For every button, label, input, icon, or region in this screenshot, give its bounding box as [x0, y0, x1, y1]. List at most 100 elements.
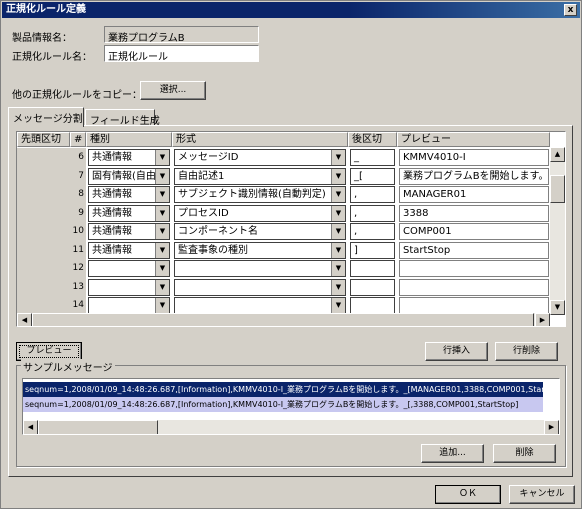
suffix-input[interactable]	[350, 278, 395, 296]
format-select[interactable]: 監査事象の種別 ▼	[174, 241, 346, 259]
column-header[interactable]: 種別	[86, 132, 172, 147]
format-select[interactable]: ▼	[174, 260, 346, 277]
product-label: 製品情報名：	[12, 33, 72, 44]
row-number: 11	[17, 240, 86, 260]
scroll-up-icon[interactable]: ▲	[550, 147, 565, 162]
table-row[interactable]: 10 共通情報 ▼ コンポーネント名 ▼, COMP001	[17, 222, 550, 241]
chevron-down-icon[interactable]: ▼	[155, 187, 169, 202]
suffix-input[interactable]: ,	[350, 223, 395, 240]
chevron-down-icon[interactable]: ▼	[155, 298, 169, 313]
preview-cell: KMMV4010-I	[399, 149, 549, 166]
h-scroll-thumb[interactable]	[32, 313, 534, 326]
table-row[interactable]: 13 ▼ ▼	[17, 277, 550, 297]
table-row[interactable]: 11 共通情報 ▼ 監査事象の種別 ▼] StartStop	[17, 240, 550, 260]
delete-button[interactable]: 削除	[493, 444, 556, 463]
chevron-down-icon[interactable]: ▼	[155, 279, 169, 295]
kind-select[interactable]: 共通情報 ▼	[88, 149, 170, 166]
chevron-down-icon[interactable]: ▼	[331, 261, 345, 276]
kind-select[interactable]: 固有情報(自由) ▼	[88, 167, 170, 185]
chevron-down-icon[interactable]: ▼	[331, 168, 345, 184]
chevron-down-icon[interactable]: ▼	[331, 224, 345, 239]
kind-select[interactable]: 共通情報 ▼	[88, 186, 170, 203]
horizontal-scrollbar[interactable]: ◀ ▶	[17, 313, 550, 326]
table-row[interactable]: 8 共通情報 ▼ サブジェクト識別情報(自動判定) ▼, MANAGER01	[17, 185, 550, 204]
ok-button[interactable]: ＯＫ	[435, 485, 501, 504]
sample-group-label: サンプルメッセージ	[21, 359, 115, 374]
column-header[interactable]: 後区切	[348, 132, 397, 147]
suffix-input[interactable]: _[	[350, 167, 395, 185]
tab-field-generate[interactable]: フィールド生成	[85, 109, 160, 127]
preview-cell: StartStop	[399, 241, 549, 259]
copy-label: 他の正規化ルールをコピー：	[12, 90, 142, 101]
suffix-input[interactable]: ,	[350, 186, 395, 203]
chevron-down-icon[interactable]: ▼	[331, 187, 345, 202]
suffix-input[interactable]: ,	[350, 204, 395, 222]
chevron-down-icon[interactable]: ▼	[155, 168, 169, 184]
chevron-down-icon[interactable]: ▼	[155, 205, 169, 221]
table-row[interactable]: 6 共通情報 ▼ メッセージID ▼ _ KMMV4010-I	[17, 148, 550, 167]
format-select[interactable]: プロセスID ▼	[174, 204, 346, 222]
scroll-left-icon[interactable]: ◀	[23, 420, 38, 434]
kind-value: 共通情報	[92, 207, 132, 219]
chevron-down-icon[interactable]: ▼	[331, 242, 345, 258]
kind-select[interactable]: ▼	[88, 260, 170, 277]
sample-scroll-thumb[interactable]	[38, 420, 158, 434]
insert-row-button[interactable]: 行挿入	[425, 342, 488, 361]
kind-value: 共通情報	[92, 152, 132, 163]
tab-message-split[interactable]: メッセージ分割	[8, 107, 84, 127]
chevron-down-icon[interactable]: ▼	[331, 205, 345, 221]
format-select[interactable]: ▼	[174, 297, 346, 314]
product-field: 業務プログラムB	[104, 26, 259, 44]
kind-select[interactable]: ▼	[88, 278, 170, 296]
format-value: サブジェクト識別情報(自動判定)	[178, 189, 326, 200]
chevron-down-icon[interactable]: ▼	[155, 224, 169, 239]
cancel-button[interactable]: キャンセル	[509, 485, 575, 504]
delete-row-button[interactable]: 行削除	[495, 342, 558, 361]
scroll-thumb[interactable]	[550, 175, 565, 203]
row-number: 12	[17, 259, 86, 278]
scroll-down-icon[interactable]: ▼	[550, 300, 565, 315]
kind-value: 共通情報	[92, 226, 132, 237]
table-row[interactable]: 9 共通情報 ▼ プロセスID ▼, 3388	[17, 203, 550, 223]
chevron-down-icon[interactable]: ▼	[331, 150, 345, 165]
chevron-down-icon[interactable]: ▼	[155, 242, 169, 258]
chevron-down-icon[interactable]: ▼	[155, 261, 169, 276]
format-select[interactable]: ▼	[174, 278, 346, 296]
column-header[interactable]: 先頭区切	[17, 132, 70, 147]
scroll-right-icon[interactable]: ▶	[544, 420, 559, 434]
select-button[interactable]: 選択...	[140, 81, 206, 100]
vertical-scrollbar[interactable]: ▲ ▼	[550, 147, 565, 315]
title-bar: 正規化ルール定義 x	[2, 2, 580, 18]
suffix-input[interactable]: _	[350, 149, 395, 166]
sample-hscrollbar[interactable]: ◀ ▶	[23, 420, 559, 434]
kind-select[interactable]: 共通情報 ▼	[88, 241, 170, 259]
add-button[interactable]: 追加...	[421, 444, 484, 463]
table-row[interactable]: 7 固有情報(自由) ▼ 自由記述1 ▼ _[業務プログラムBを開始します。	[17, 166, 550, 186]
column-header[interactable]: プレビュー	[397, 132, 550, 147]
chevron-down-icon[interactable]: ▼	[331, 298, 345, 313]
format-select[interactable]: 自由記述1 ▼	[174, 167, 346, 185]
format-select[interactable]: メッセージID ▼	[174, 149, 346, 166]
kind-select[interactable]: ▼	[88, 297, 170, 314]
suffix-input[interactable]: ]	[350, 241, 395, 259]
scroll-right-icon[interactable]: ▶	[535, 313, 550, 326]
chevron-down-icon[interactable]: ▼	[155, 150, 169, 165]
scroll-left-icon[interactable]: ◀	[17, 313, 32, 326]
kind-select[interactable]: 共通情報 ▼	[88, 223, 170, 240]
close-button[interactable]: x	[564, 4, 577, 16]
table-row[interactable]: 12 ▼ ▼	[17, 259, 550, 278]
format-select[interactable]: コンポーネント名 ▼	[174, 223, 346, 240]
sample-message-line[interactable]: seqnum=1,2008/01/09_14:48:26.687,[Inform…	[23, 397, 543, 412]
column-header[interactable]: #	[70, 132, 86, 147]
sample-message-line[interactable]: seqnum=1,2008/01/09_14:48:26.687,[Inform…	[23, 382, 543, 397]
dialog-window: 正規化ルール定義 x 製品情報名： 業務プログラムB 正規化ルール名： 正規化ル…	[0, 0, 582, 509]
rule-name-input[interactable]: 正規化ルール	[104, 45, 259, 63]
format-select[interactable]: サブジェクト識別情報(自動判定) ▼	[174, 186, 346, 203]
window-title: 正規化ルール定義	[6, 4, 86, 15]
suffix-input[interactable]	[350, 297, 395, 314]
kind-select[interactable]: 共通情報 ▼	[88, 204, 170, 222]
suffix-input[interactable]	[350, 260, 395, 277]
chevron-down-icon[interactable]: ▼	[331, 279, 345, 295]
preview-cell: 3388	[399, 204, 549, 222]
column-header[interactable]: 形式	[172, 132, 348, 147]
